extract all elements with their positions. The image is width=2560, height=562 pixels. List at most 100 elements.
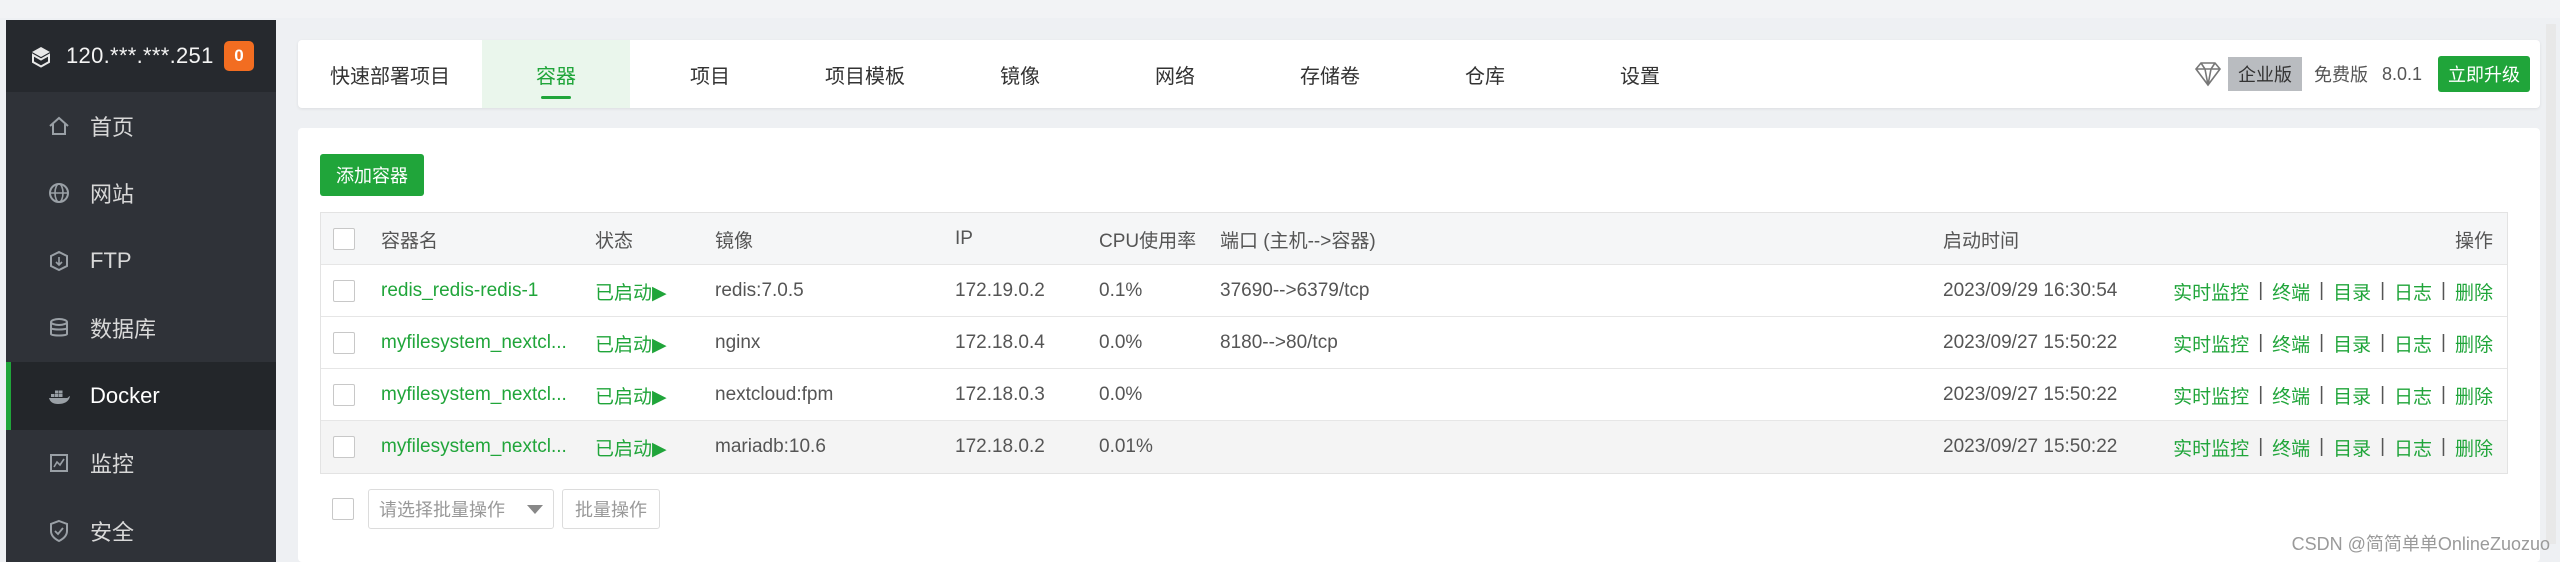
- terminal-link[interactable]: 终端: [2272, 382, 2310, 409]
- port-value: 8180-->80/tcp: [1220, 332, 1338, 353]
- directory-link[interactable]: 目录: [2333, 382, 2371, 409]
- sidebar-item-home[interactable]: 首页: [6, 92, 276, 160]
- logs-link[interactable]: 日志: [2394, 330, 2432, 357]
- start-time-value: 2023/09/27 15:50:22: [1943, 384, 2118, 405]
- delete-link[interactable]: 删除: [2455, 434, 2493, 461]
- row-checkbox[interactable]: [333, 384, 355, 406]
- separator: |: [2441, 436, 2446, 457]
- column-header-cpu: CPU使用率: [1099, 230, 1197, 252]
- cpu-value: 0.0%: [1099, 384, 1143, 405]
- home-icon: [46, 113, 72, 139]
- logs-link[interactable]: 日志: [2394, 382, 2432, 409]
- separator: |: [2380, 384, 2386, 405]
- column-header-status: 状态: [595, 230, 634, 252]
- delete-link[interactable]: 删除: [2455, 278, 2493, 305]
- page-scrollbar[interactable]: [2546, 24, 2556, 544]
- delete-link[interactable]: 删除: [2455, 382, 2493, 409]
- tab-quick-deploy[interactable]: 快速部署项目: [298, 40, 482, 108]
- sidebar-item-security[interactable]: 安全: [6, 497, 276, 562]
- sidebar-item-docker[interactable]: Docker: [6, 362, 276, 430]
- monitor-link[interactable]: 实时监控: [2173, 382, 2249, 409]
- row-actions: 实时监控 | 终端 | 目录 | 日志 | 删除: [2173, 317, 2493, 369]
- tab-registry[interactable]: 仓库: [1410, 40, 1560, 108]
- container-name-link[interactable]: myfilesystem_nextcl...: [381, 421, 567, 473]
- terminal-link[interactable]: 终端: [2272, 434, 2310, 461]
- logs-link[interactable]: 日志: [2394, 434, 2432, 461]
- server-header[interactable]: 120.***.***.251 0: [6, 20, 276, 92]
- container-name-link[interactable]: myfilesystem_nextcl...: [381, 317, 567, 369]
- tab-project-templates[interactable]: 项目模板: [790, 40, 940, 108]
- batch-operation-button[interactable]: 批量操作: [562, 489, 660, 529]
- tab-bar: 快速部署项目 容器 项目 项目模板 镜像 网络 存储卷 仓库 设置 企业版 免费…: [298, 40, 2540, 108]
- cpu-value: 0.0%: [1099, 332, 1143, 353]
- column-header-port: 端口 (主机-->容器): [1220, 230, 1376, 252]
- docker-icon: [46, 383, 72, 409]
- globe-icon: [46, 180, 72, 206]
- separator: |: [2441, 280, 2446, 301]
- image-value: nginx: [715, 332, 761, 353]
- start-time-value: 2023/09/27 15:50:22: [1943, 332, 2118, 353]
- delete-link[interactable]: 删除: [2455, 330, 2493, 357]
- table-row: myfilesystem_nextcl... 已启动▶ nginx 172.18…: [321, 317, 2507, 369]
- enterprise-badge[interactable]: 企业版: [2227, 57, 2302, 91]
- monitor-link[interactable]: 实时监控: [2173, 278, 2249, 305]
- status-running[interactable]: 已启动▶: [595, 421, 667, 473]
- logs-link[interactable]: 日志: [2394, 278, 2432, 305]
- column-header-name: 容器名: [381, 230, 439, 252]
- directory-link[interactable]: 目录: [2333, 434, 2371, 461]
- container-name-link[interactable]: redis_redis-redis-1: [381, 265, 538, 317]
- directory-link[interactable]: 目录: [2333, 278, 2371, 305]
- row-checkbox[interactable]: [333, 280, 355, 302]
- separator: |: [2380, 280, 2386, 301]
- separator: |: [2319, 436, 2325, 457]
- add-container-button[interactable]: 添加容器: [320, 154, 424, 196]
- upgrade-button[interactable]: 立即升级: [2438, 56, 2530, 92]
- tab-containers[interactable]: 容器: [482, 40, 630, 108]
- terminal-link[interactable]: 终端: [2272, 278, 2310, 305]
- separator: |: [2319, 280, 2325, 301]
- terminal-link[interactable]: 终端: [2272, 330, 2310, 357]
- monitor-icon: [46, 450, 72, 476]
- status-running[interactable]: 已启动▶: [595, 369, 667, 421]
- sidebar-item-database[interactable]: 数据库: [6, 295, 276, 363]
- row-actions: 实时监控 | 终端 | 目录 | 日志 | 删除: [2173, 421, 2493, 473]
- monitor-link[interactable]: 实时监控: [2173, 434, 2249, 461]
- batch-select-all-checkbox[interactable]: [332, 498, 354, 520]
- start-time-value: 2023/09/27 15:50:22: [1943, 436, 2118, 457]
- notification-badge[interactable]: 0: [224, 41, 254, 71]
- sidebar-item-label: Docker: [90, 382, 160, 408]
- batch-operation-select[interactable]: 请选择批量操作: [368, 489, 554, 529]
- row-checkbox[interactable]: [333, 332, 355, 354]
- ip-value: 172.18.0.2: [955, 436, 1045, 457]
- ip-value: 172.19.0.2: [955, 280, 1045, 301]
- column-header-ip: IP: [955, 228, 973, 249]
- tab-projects[interactable]: 项目: [630, 40, 790, 108]
- ip-value: 172.18.0.4: [955, 332, 1045, 353]
- tab-networks[interactable]: 网络: [1100, 40, 1250, 108]
- batch-actions-bar: 请选择批量操作 批量操作: [320, 488, 660, 530]
- sidebar-item-ftp[interactable]: FTP: [6, 227, 276, 295]
- tab-settings[interactable]: 设置: [1560, 40, 1720, 108]
- directory-link[interactable]: 目录: [2333, 330, 2371, 357]
- status-running[interactable]: 已启动▶: [595, 317, 667, 369]
- row-actions: 实时监控 | 终端 | 目录 | 日志 | 删除: [2173, 369, 2493, 421]
- sidebar-item-label: 网站: [90, 182, 135, 208]
- row-checkbox[interactable]: [333, 436, 355, 458]
- container-name-link[interactable]: myfilesystem_nextcl...: [381, 369, 567, 421]
- diamond-icon: [2190, 59, 2226, 89]
- sidebar-item-monitor[interactable]: 监控: [6, 430, 276, 498]
- ftp-icon: [46, 248, 72, 274]
- container-table: 容器名 状态 镜像 IP CPU使用率 端口 (主机-->容器) 启动时间 操作…: [320, 212, 2508, 474]
- monitor-link[interactable]: 实时监控: [2173, 330, 2249, 357]
- separator: |: [2258, 280, 2264, 301]
- separator: |: [2319, 384, 2325, 405]
- tab-images[interactable]: 镜像: [940, 40, 1100, 108]
- separator: |: [2258, 436, 2264, 457]
- shield-icon: [46, 518, 72, 544]
- table-row: redis_redis-redis-1 已启动▶ redis:7.0.5 172…: [321, 265, 2507, 317]
- tab-volumes[interactable]: 存储卷: [1250, 40, 1410, 108]
- separator: |: [2258, 384, 2264, 405]
- status-running[interactable]: 已启动▶: [595, 265, 667, 317]
- sidebar-item-website[interactable]: 网站: [6, 160, 276, 228]
- select-all-checkbox[interactable]: [333, 228, 355, 250]
